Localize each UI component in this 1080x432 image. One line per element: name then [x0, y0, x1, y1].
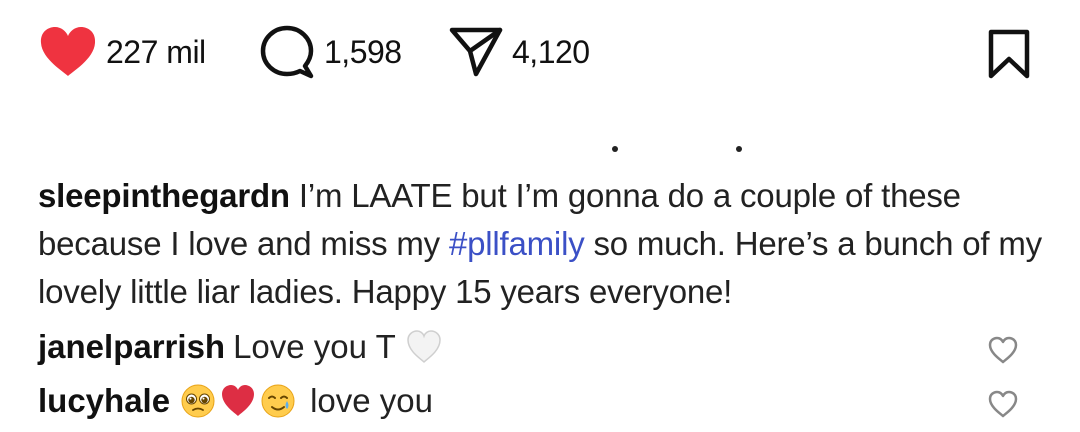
comment-username[interactable]: janelparrish [38, 328, 225, 366]
bookmark-icon [986, 28, 1032, 80]
clipped-text-line [0, 130, 1080, 156]
caption-hashtag[interactable]: #pllfamily [449, 225, 585, 262]
comment-item: janelparrish Love you T [38, 322, 1058, 372]
comment-like-button[interactable] [988, 334, 1018, 364]
likes-count: 227 mil [106, 33, 206, 70]
post-action-bar: 227 mil 1,598 4,120 [0, 0, 1080, 110]
post-caption: sleepinthegardn I’m LAATE but I’m gonna … [38, 172, 1058, 316]
smiling-tear-face-emoji [260, 383, 296, 419]
comment-like-button[interactable] [988, 388, 1018, 418]
comment-item: lucyhale love you [38, 376, 1058, 426]
heart-icon [38, 26, 98, 78]
comment-text: Love you T [233, 328, 396, 365]
speech-bubble-icon [258, 24, 316, 80]
comments-count: 1,598 [324, 33, 402, 70]
comment-button[interactable]: 1,598 [258, 24, 402, 80]
share-button[interactable]: 4,120 [448, 24, 590, 80]
clipped-text-fragment [612, 146, 618, 152]
comment-text: love you [310, 382, 433, 419]
paper-plane-icon [448, 24, 504, 80]
heart-outline-icon [988, 336, 1018, 364]
comment-username[interactable]: lucyhale [38, 382, 170, 420]
red-heart-emoji [220, 383, 256, 419]
heart-outline-icon [988, 390, 1018, 418]
save-button[interactable] [986, 26, 1032, 82]
pleading-face-emoji [180, 383, 216, 419]
caption-username[interactable]: sleepinthegardn [38, 177, 290, 214]
shares-count: 4,120 [512, 33, 590, 70]
clipped-text-fragment [736, 146, 742, 152]
white-heart-emoji [406, 329, 442, 365]
like-button[interactable]: 227 mil [38, 24, 206, 80]
